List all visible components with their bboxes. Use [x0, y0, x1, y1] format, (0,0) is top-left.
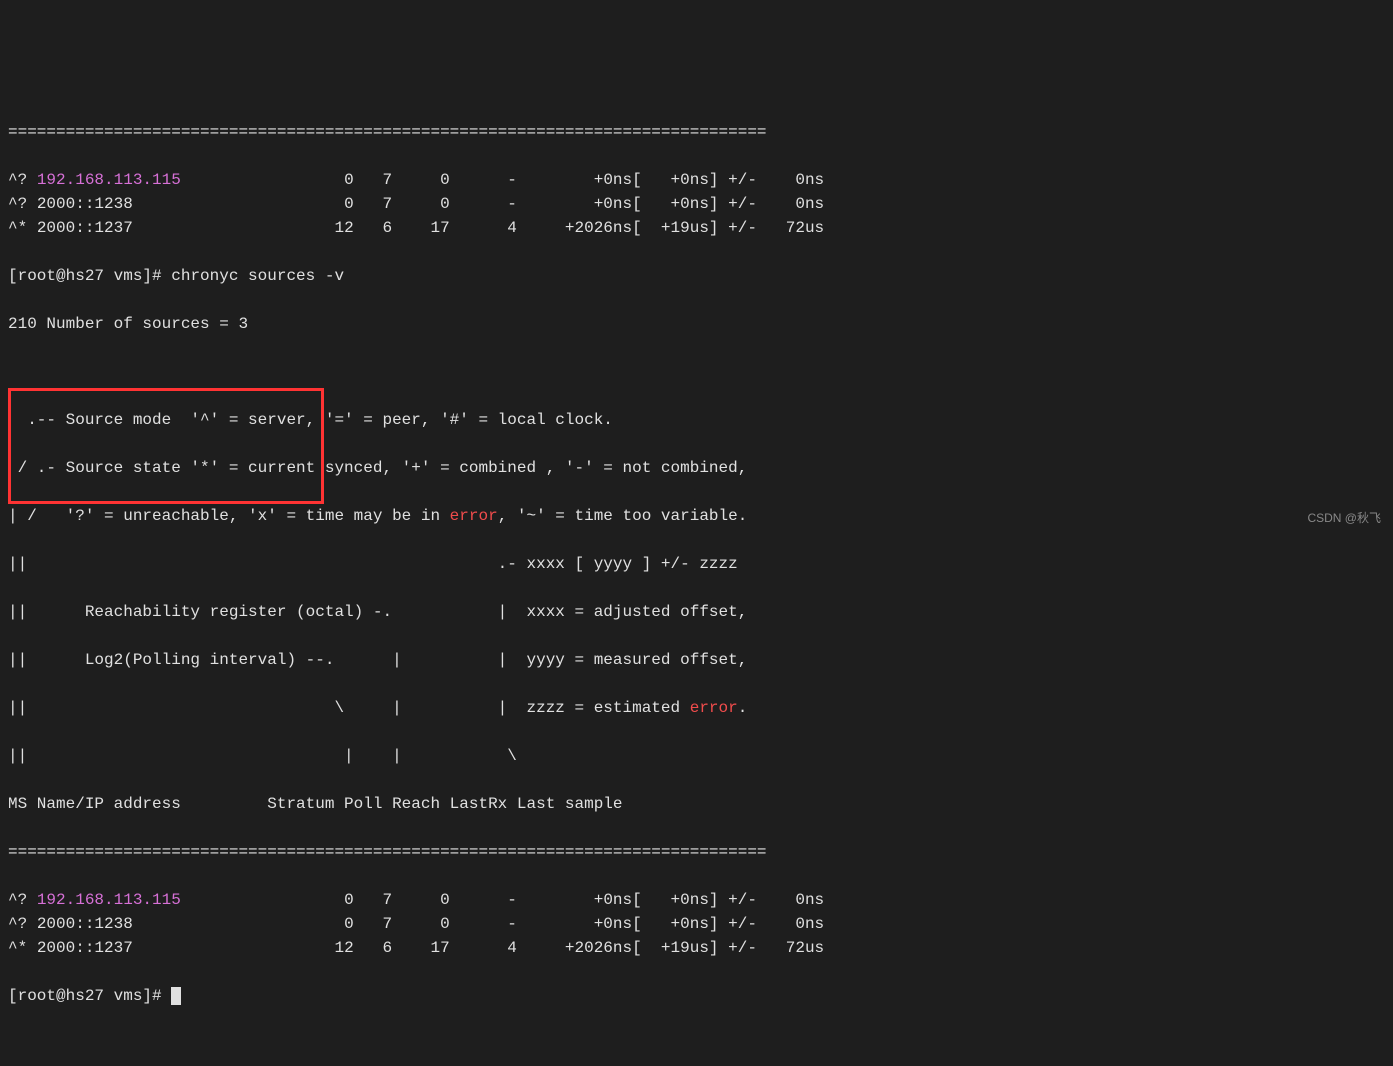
watermark-text: CSDN @秋飞	[1307, 509, 1381, 527]
divider: ========================================…	[8, 120, 1385, 144]
prompt-line-2: [root@hs27 vms]#	[8, 984, 1385, 1008]
result-header: 210 Number of sources = 3	[8, 312, 1385, 336]
columns-header: MS Name/IP address Stratum Poll Reach La…	[8, 792, 1385, 816]
table-row: ^? 2000::1238 0 7 0 - +0ns[ +0ns] +/- 0n…	[8, 192, 1385, 216]
help-line: / .- Source state '*' = current synced, …	[8, 456, 1385, 480]
command-text: chronyc sources -v	[171, 267, 344, 285]
help-line: .-- Source mode '^' = server, '=' = peer…	[8, 408, 1385, 432]
source-table-bottom: ^? 192.168.113.115 0 7 0 - +0ns[ +0ns] +…	[8, 888, 1385, 960]
help-line: || | | \	[8, 744, 1385, 768]
help-line: | / '?' = unreachable, 'x' = time may be…	[8, 504, 1385, 528]
blank-line	[8, 360, 1385, 384]
ip-address: 2000::1238	[37, 195, 133, 213]
ip-address: 192.168.113.115	[37, 891, 181, 909]
ip-address: 2000::1237	[37, 219, 133, 237]
source-table-top: ^? 192.168.113.115 0 7 0 - +0ns[ +0ns] +…	[8, 168, 1385, 240]
cursor	[171, 987, 181, 1005]
error-word: error	[450, 507, 498, 525]
table-row: ^* 2000::1237 12 6 17 4 +2026ns[ +19us] …	[8, 936, 1385, 960]
help-line: || Reachability register (octal) -. | xx…	[8, 600, 1385, 624]
table-row: ^? 192.168.113.115 0 7 0 - +0ns[ +0ns] +…	[8, 888, 1385, 912]
ip-address: 2000::1238	[37, 915, 133, 933]
help-line: || .- xxxx [ yyyy ] +/- zzzz	[8, 552, 1385, 576]
help-line: || \ | | zzzz = estimated error.	[8, 696, 1385, 720]
table-row: ^? 192.168.113.115 0 7 0 - +0ns[ +0ns] +…	[8, 168, 1385, 192]
divider: ========================================…	[8, 840, 1385, 864]
table-row: ^* 2000::1237 12 6 17 4 +2026ns[ +19us] …	[8, 216, 1385, 240]
prompt-line-1: [root@hs27 vms]# chronyc sources -v	[8, 264, 1385, 288]
terminal-output[interactable]: ========================================…	[0, 96, 1393, 1032]
ip-address: 2000::1237	[37, 939, 133, 957]
table-row: ^? 2000::1238 0 7 0 - +0ns[ +0ns] +/- 0n…	[8, 912, 1385, 936]
shell-prompt: [root@hs27 vms]#	[8, 267, 171, 285]
error-word: error	[690, 699, 738, 717]
shell-prompt: [root@hs27 vms]#	[8, 987, 171, 1005]
help-line: || Log2(Polling interval) --. | | yyyy =…	[8, 648, 1385, 672]
ip-address: 192.168.113.115	[37, 171, 181, 189]
